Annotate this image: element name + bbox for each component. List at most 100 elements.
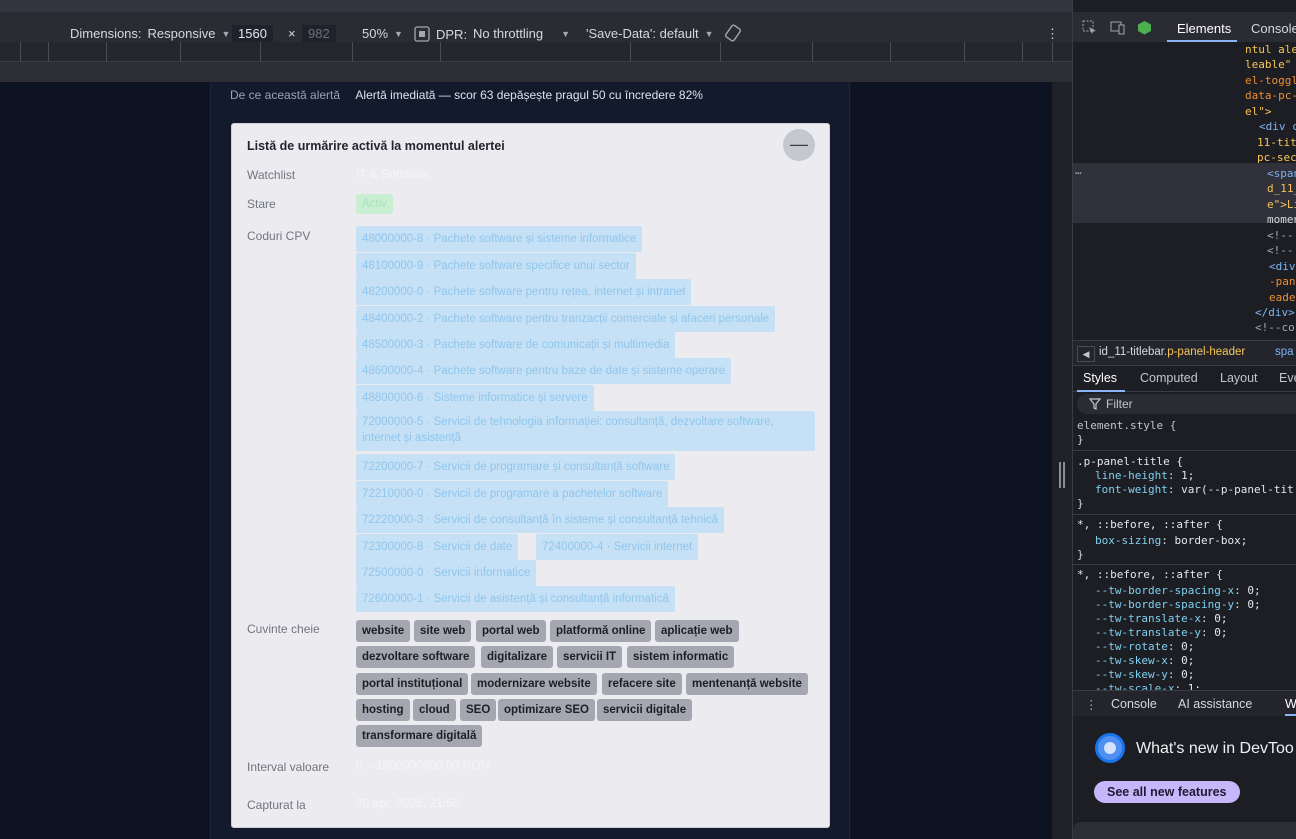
tree-line: el-toggl — [1245, 74, 1296, 87]
media-query-ruler[interactable] — [0, 42, 1072, 62]
times-sign: × — [288, 26, 296, 41]
divider — [1073, 450, 1296, 451]
tab-event-listeners[interactable]: Eve — [1279, 371, 1296, 385]
css-brace: } — [1077, 497, 1084, 510]
chevron-left-icon[interactable]: ◀ — [1077, 346, 1095, 362]
css-declaration[interactable]: --tw-scale-x: 1; — [1095, 682, 1201, 690]
css-declaration[interactable]: --tw-skew-x: 0; — [1095, 654, 1194, 668]
css-rules[interactable]: element.style { } .p-panel-title { line-… — [1073, 418, 1296, 690]
see-all-features-button[interactable]: See all new features — [1094, 781, 1240, 803]
whats-new-title: What's new in DevToo — [1136, 740, 1294, 757]
keyword-chip: portal web — [476, 620, 546, 642]
css-declaration[interactable]: --tw-border-spacing-x: 0; — [1095, 584, 1261, 598]
css-declaration[interactable]: --tw-translate-y: 0; — [1095, 626, 1227, 640]
tree-line: <!-- — [1267, 244, 1294, 257]
throttling-dropdown[interactable]: No throttling ▼ — [473, 26, 570, 41]
interval-label: Interval valoare — [247, 760, 330, 774]
save-data-value: 'Save-Data': default — [586, 26, 699, 41]
cpv-tag: 72400000-4 · Servicii internet — [536, 534, 699, 560]
alert-reason-value: Alertă imediată — scor 63 depășește prag… — [355, 88, 703, 102]
tree-line: eade — [1269, 291, 1296, 304]
styles-tabbar: Styles Computed Layout Eve — [1073, 366, 1296, 392]
drawer-tabbar: ⋮ Console AI assistance W — [1073, 690, 1296, 716]
filter-placeholder: Filter — [1106, 397, 1133, 411]
devtools-tabbar: Elements Console — [1073, 12, 1296, 42]
cpv-tag: 48600000-4 · Pachete software pentru baz… — [356, 358, 732, 384]
whats-new-pane: What's new in DevToo See all new feature… — [1073, 716, 1296, 839]
tree-line: </div> — [1255, 306, 1295, 319]
tab-console[interactable]: Console — [1251, 21, 1296, 36]
width-input[interactable]: 1560 — [232, 25, 273, 42]
css-declaration[interactable]: --tw-border-spacing-y: 0; — [1095, 598, 1261, 612]
keyword-chip: hosting — [356, 699, 410, 721]
divider — [1073, 514, 1296, 515]
dimensions-dropdown[interactable]: Dimensions: Responsive ▼ — [70, 26, 230, 41]
breadcrumb-item[interactable]: id_11-titlebar.p-panel-header — [1099, 346, 1245, 358]
selected-node-highlight — [1073, 163, 1296, 223]
drawer-tab-ai-assistance[interactable]: AI assistance — [1178, 697, 1252, 711]
alert-reason: De ce această alertă Alertă imediată — s… — [230, 88, 703, 102]
keyword-chip: portal instituțional — [356, 673, 469, 695]
tab-computed[interactable]: Computed — [1140, 371, 1198, 385]
css-selector: *, ::before, ::after { — [1077, 518, 1223, 531]
css-declaration[interactable]: --tw-translate-x: 0; — [1095, 612, 1227, 626]
resize-handle[interactable] — [1059, 462, 1065, 488]
collapse-button[interactable]: — — [783, 129, 815, 161]
breadcrumb-next[interactable]: spa — [1275, 346, 1294, 358]
status-label: Stare — [247, 197, 276, 211]
cpv-tag: 48100000-9 · Pachete software specifice … — [356, 253, 636, 279]
chevron-down-icon: ▼ — [561, 28, 571, 39]
filter-icon — [1089, 398, 1101, 410]
keyword-chip: servicii IT — [557, 646, 623, 668]
tree-line: ntul ale — [1245, 43, 1296, 56]
active-tab-indicator — [1077, 390, 1125, 392]
css-declaration[interactable]: box-sizing: border-box; — [1095, 534, 1247, 548]
rotate-button[interactable] — [724, 24, 742, 42]
zoom-value: 50% — [362, 26, 389, 41]
css-selector: .p-panel-title { — [1077, 455, 1183, 468]
device-toolbar: Dimensions: Responsive ▼ 1560 × 982 50% … — [0, 0, 1072, 42]
css-brace: } — [1077, 548, 1084, 561]
tab-styles[interactable]: Styles — [1083, 371, 1117, 385]
alert-reason-label: De ce această alertă — [230, 88, 341, 102]
captured-value: 20 apr. 2025, 21:56 — [356, 796, 460, 810]
chevron-down-icon: ▼ — [221, 28, 231, 39]
styles-filter-input[interactable]: Filter — [1077, 394, 1296, 414]
device-toggle-icon[interactable] — [1110, 20, 1125, 35]
rotate-icon — [724, 24, 742, 42]
dom-tree[interactable]: ntul ale leable" el-toggl data-pc- el"> … — [1073, 42, 1296, 340]
tree-line: <!-- — [1267, 229, 1294, 242]
extension-icon[interactable] — [1137, 20, 1152, 35]
tab-layout[interactable]: Layout — [1220, 371, 1258, 385]
keyword-chip: SEO — [460, 699, 497, 721]
drawer-tab-whats-new[interactable]: W — [1285, 697, 1296, 716]
css-declaration[interactable]: line-height: 1; — [1095, 469, 1194, 483]
keyword-chip: refacere site — [602, 673, 682, 695]
css-declaration[interactable]: font-weight: var(--p-panel-tit — [1095, 483, 1294, 497]
dpr-dropdown[interactable]: DPR: — [414, 26, 467, 42]
more-options-button[interactable]: ⋮ — [1046, 26, 1059, 42]
css-declaration[interactable]: --tw-skew-y: 0; — [1095, 668, 1194, 682]
zoom-dropdown[interactable]: 50% ▼ — [362, 26, 403, 41]
height-input[interactable]: 982 — [302, 25, 336, 42]
tab-elements[interactable]: Elements — [1177, 21, 1231, 36]
cpv-tag: 48400000-2 · Pachete software pentru tra… — [356, 306, 776, 332]
save-data-dropdown[interactable]: 'Save-Data': default ▼ — [586, 26, 714, 41]
tree-line: 11-tit — [1257, 136, 1296, 149]
captured-label: Capturat la — [247, 798, 306, 812]
keyword-chip: transformare digitală — [356, 725, 483, 747]
keyword-chip: optimizare SEO — [498, 699, 595, 721]
keyword-chip: mentenanță website — [686, 673, 808, 695]
cpv-tag: 48800000-6 · Sisteme informatice și serv… — [356, 385, 594, 411]
cpv-tag: 72220000-3 · Servicii de consultanță în … — [356, 507, 725, 533]
minus-icon: — — [790, 134, 808, 154]
drawer-tab-console[interactable]: Console — [1111, 697, 1157, 711]
breadcrumb[interactable]: ◀ id_11-titlebar.p-panel-header spa — [1073, 340, 1296, 366]
dimensions-label: Dimensions: — [70, 26, 142, 41]
ellipsis[interactable]: … — [1075, 163, 1082, 179]
keyword-chip: cloud — [413, 699, 456, 721]
css-declaration[interactable]: --tw-rotate: 0; — [1095, 640, 1194, 654]
drawer-menu-icon[interactable]: ⋮ — [1085, 697, 1098, 712]
inspect-element-icon[interactable] — [1082, 20, 1097, 35]
keyword-chip: aplicație web — [655, 620, 739, 642]
